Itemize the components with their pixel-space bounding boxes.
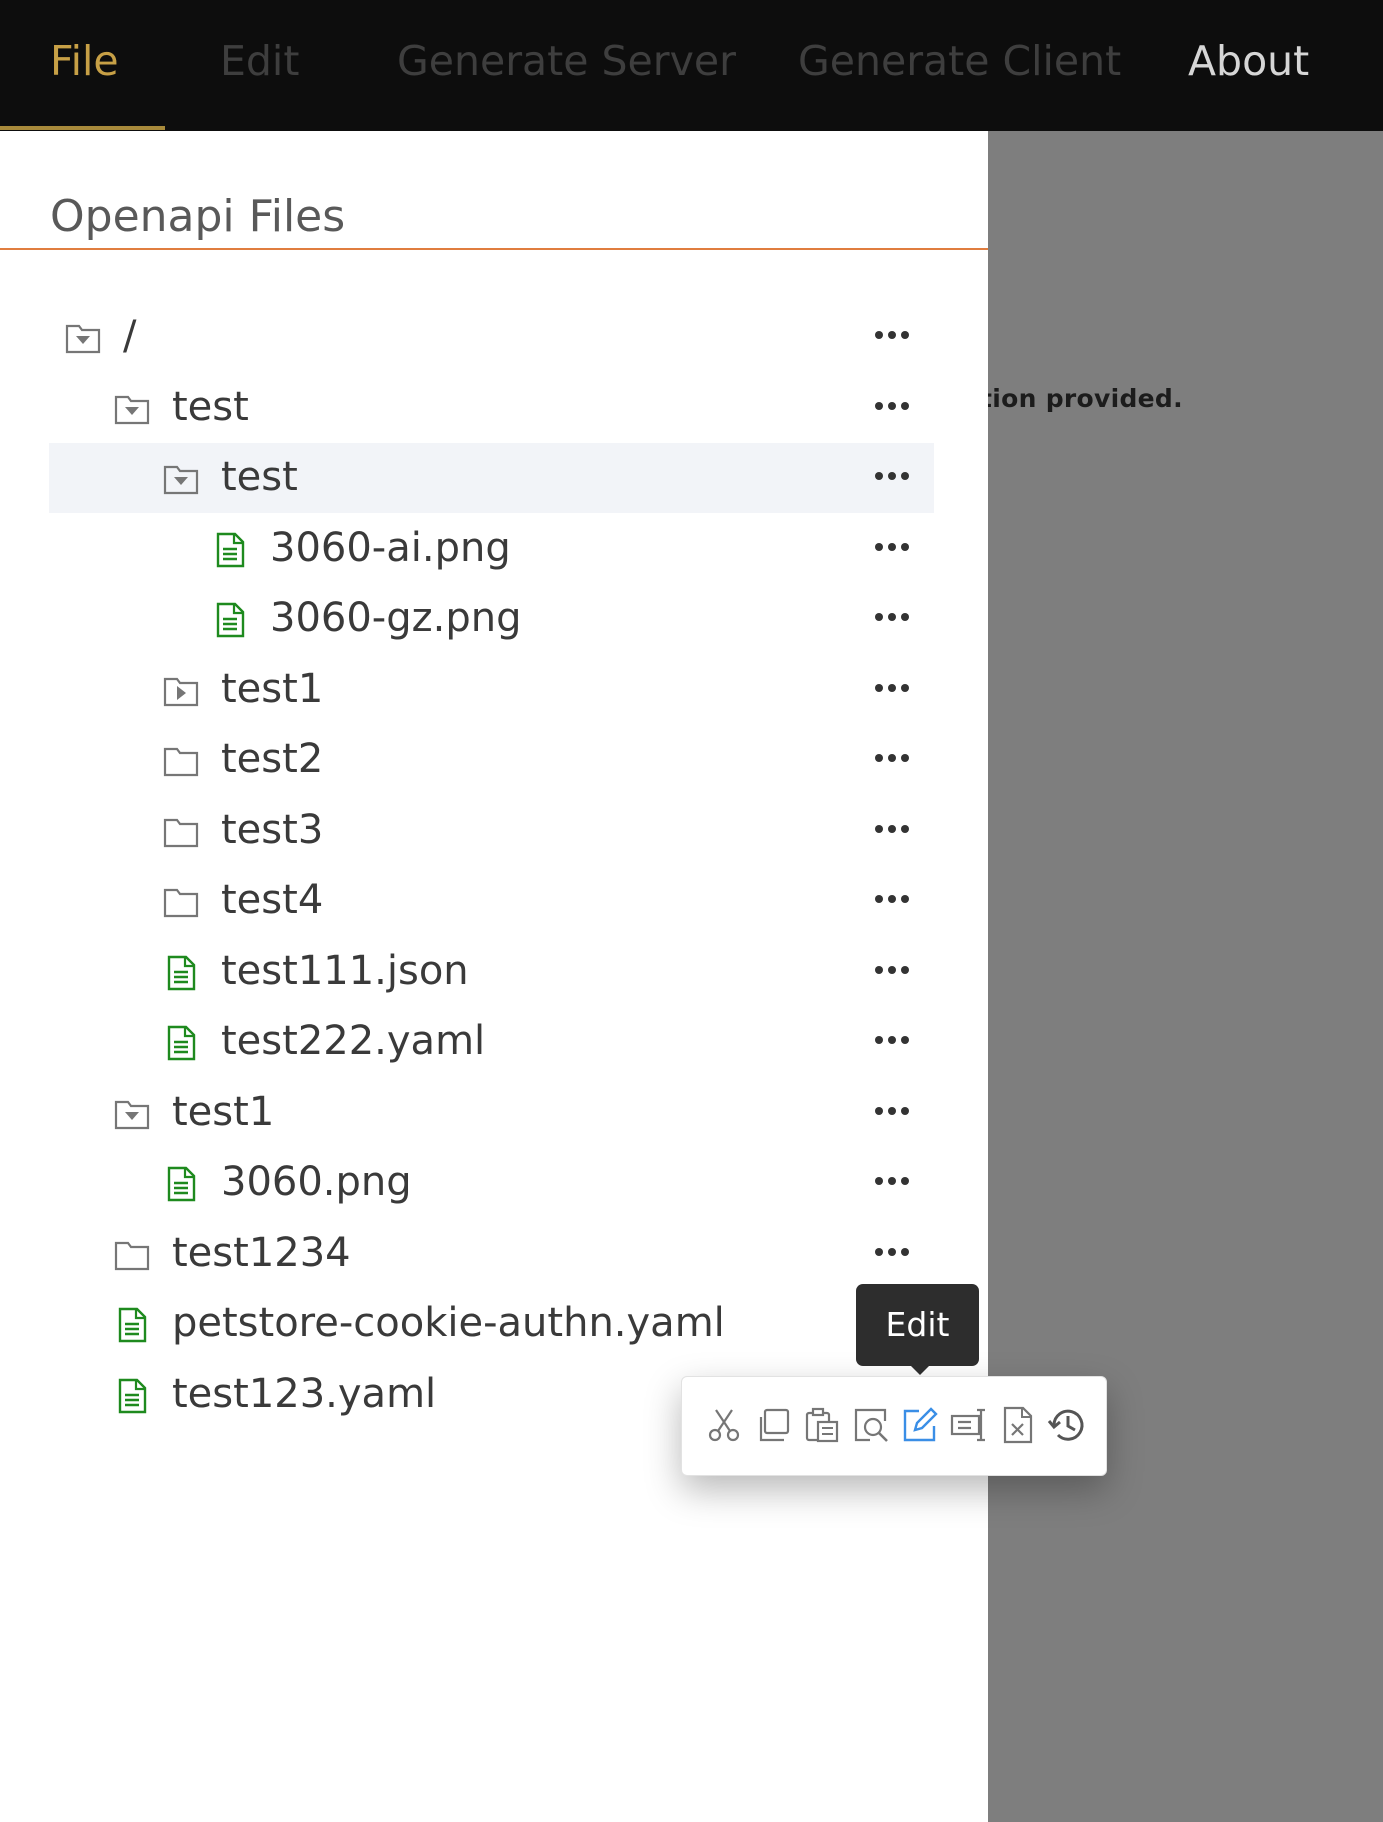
tree-node-label: test [221, 454, 298, 500]
more-actions-icon[interactable] [869, 1019, 919, 1059]
tree-node[interactable]: petstore-cookie-authn.yaml [49, 1289, 934, 1359]
tree-node-label: test111.json [221, 948, 469, 994]
more-actions-icon[interactable] [869, 667, 919, 707]
tab-about[interactable]: About [1188, 0, 1309, 131]
tree-node-label: test222.yaml [221, 1018, 486, 1064]
more-actions-icon[interactable] [869, 1231, 919, 1271]
tab-file[interactable]: File [50, 0, 119, 131]
more-actions-icon[interactable] [869, 808, 919, 848]
folder-icon [163, 884, 199, 920]
tree-node-label: test123.yaml [172, 1371, 437, 1417]
folder-open-icon [114, 391, 150, 427]
more-actions-icon[interactable] [869, 1090, 919, 1130]
tree-node-label: test2 [221, 736, 324, 782]
folder-icon [114, 1237, 150, 1273]
more-actions-icon[interactable] [869, 455, 919, 495]
folder-open-icon [163, 461, 199, 497]
copy-icon[interactable] [753, 1405, 793, 1445]
history-icon[interactable] [1047, 1405, 1087, 1445]
drawer-title: Openapi Files [50, 191, 346, 242]
tree-node[interactable]: 3060-gz.png [49, 584, 934, 654]
tree-node-label: 3060-ai.png [270, 525, 511, 571]
tab-generate-server[interactable]: Generate Server [397, 0, 736, 131]
top-nav: File Edit Generate Server Generate Clien… [0, 0, 1383, 131]
more-actions-icon[interactable] [869, 878, 919, 918]
more-actions-icon[interactable] [869, 385, 919, 425]
tree-node[interactable]: test1234 [49, 1219, 934, 1289]
tree-node-label: test1 [172, 1089, 275, 1135]
paste-icon[interactable] [802, 1405, 842, 1445]
tree-node[interactable]: test [49, 443, 934, 513]
file-icon [212, 602, 248, 638]
tree-node[interactable]: test1 [49, 1078, 934, 1148]
file-icon [163, 955, 199, 991]
tree-node-label: test [172, 384, 249, 430]
more-actions-icon[interactable] [869, 526, 919, 566]
more-actions-icon[interactable] [869, 314, 919, 354]
tree-node[interactable]: test1 [49, 655, 934, 725]
more-actions-icon[interactable] [869, 737, 919, 777]
folder-icon [163, 743, 199, 779]
file-icon [163, 1025, 199, 1061]
tree-node-label: / [123, 313, 137, 359]
tree-node-label: 3060.png [221, 1159, 412, 1205]
file-icon [212, 532, 248, 568]
background-description-text: tion provided. [980, 384, 1183, 413]
edit-icon[interactable] [900, 1405, 940, 1445]
more-actions-icon[interactable] [869, 596, 919, 636]
edit-tooltip: Edit [856, 1284, 979, 1366]
folder-collapsed-icon [163, 673, 199, 709]
tree-node-label: test4 [221, 877, 324, 923]
folder-icon [163, 814, 199, 850]
tree-node-label: 3060-gz.png [270, 595, 522, 641]
tree-node[interactable]: test222.yaml [49, 1007, 934, 1077]
more-actions-icon[interactable] [869, 1160, 919, 1200]
tree-node[interactable]: test [49, 373, 934, 443]
folder-open-icon [114, 1096, 150, 1132]
tree-node[interactable]: / [49, 302, 934, 372]
tooltip-arrow [907, 1362, 933, 1375]
tree-node[interactable]: test4 [49, 866, 934, 936]
tab-edit[interactable]: Edit [220, 0, 299, 131]
file-icon [114, 1378, 150, 1414]
tree-node[interactable]: 3060-ai.png [49, 514, 934, 584]
active-tab-indicator [0, 126, 165, 130]
tab-generate-client[interactable]: Generate Client [798, 0, 1121, 131]
tree-node-label: test1 [221, 666, 324, 712]
file-drawer: Openapi Files / test test 3060-ai.png 3060-g… [0, 131, 988, 1822]
tree-node[interactable]: test3 [49, 796, 934, 866]
file-icon [163, 1166, 199, 1202]
file-icon [114, 1307, 150, 1343]
file-actions-popover [681, 1376, 1107, 1476]
tree-node[interactable]: 3060.png [49, 1148, 934, 1218]
tree-node[interactable]: test111.json [49, 937, 934, 1007]
rename-icon[interactable] [949, 1405, 989, 1445]
tree-node-label: petstore-cookie-authn.yaml [172, 1300, 725, 1346]
tree-node[interactable]: test2 [49, 725, 934, 795]
drawer-divider [0, 248, 988, 250]
tree-node-label: test3 [221, 807, 324, 853]
more-actions-icon[interactable] [869, 949, 919, 989]
folder-open-icon [65, 320, 101, 356]
cut-icon[interactable] [704, 1405, 744, 1445]
tree-node-label: test1234 [172, 1230, 351, 1276]
delete-file-icon[interactable] [998, 1405, 1038, 1445]
preview-icon[interactable] [851, 1405, 891, 1445]
